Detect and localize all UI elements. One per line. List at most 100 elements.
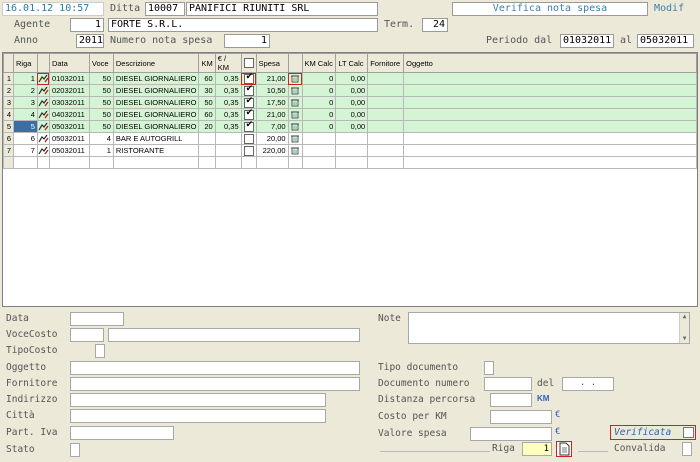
costokm-field[interactable] — [490, 410, 552, 424]
edit-row-button[interactable] — [36, 84, 50, 97]
row-checkbox[interactable]: ✔ — [243, 85, 254, 96]
row-index[interactable]: 7 — [3, 144, 14, 157]
table-row[interactable]: 6 6 05032011 4 BAR E AUTOGRILL 20,00 — [3, 132, 697, 145]
periodo-al-field[interactable]: 05032011 — [637, 34, 694, 48]
delete-row-button[interactable] — [287, 96, 303, 109]
table-row[interactable]: 1 1 01032011 50 DIESEL GIORNALIERO 60 0,35 ✔ 21,… — [3, 72, 697, 85]
row-index[interactable]: 4 — [3, 108, 14, 121]
partiva-field[interactable] — [70, 426, 174, 440]
grid-header-row: Riga Data Voce Descrizione KM € / KM Spe… — [3, 53, 697, 73]
delete-row-button[interactable] — [287, 132, 303, 145]
table-row-empty[interactable] — [3, 156, 697, 169]
row-checkbox[interactable]: ✔ — [243, 109, 254, 120]
indirizzo-field[interactable] — [70, 393, 326, 407]
table-row[interactable]: 2 2 02032011 50 DIESEL GIORNALIERO 30 0,35 ✔ 10,… — [3, 84, 697, 97]
delete-row-button[interactable] — [287, 120, 303, 133]
document-button[interactable] — [556, 441, 572, 457]
distanza-field[interactable] — [490, 393, 532, 407]
table-row[interactable]: 5 5 05032011 50 DIESEL GIORNALIERO 20 0,35 ✔ 7,0… — [3, 120, 697, 133]
row-checkbox-cell[interactable] — [240, 132, 257, 145]
mode-indicator: Modif — [654, 3, 685, 14]
cell-descrizione: DIESEL GIORNALIERO — [112, 72, 200, 85]
docnum-field[interactable] — [484, 377, 532, 391]
anno-field[interactable]: 2011 — [76, 34, 104, 48]
cell-descrizione: DIESEL GIORNALIERO — [112, 108, 200, 121]
stato-field[interactable] — [70, 443, 80, 457]
col-data[interactable]: Data — [48, 53, 90, 73]
delete-row-button[interactable] — [287, 108, 303, 121]
col-descrizione[interactable]: Descrizione — [112, 53, 200, 73]
row-index[interactable]: 5 — [3, 120, 14, 133]
cell-voce: 50 — [88, 96, 114, 109]
table-row[interactable]: 7 7 05032011 1 RISTORANTE 220,00 — [3, 144, 697, 157]
trash-icon — [290, 98, 300, 107]
data-field[interactable] — [70, 312, 124, 326]
col-km[interactable]: KM — [198, 53, 216, 73]
row-checkbox-cell[interactable]: ✔ — [240, 120, 257, 133]
header-checkbox[interactable] — [243, 58, 254, 68]
col-index — [3, 53, 14, 73]
scroll-down-icon[interactable]: ▼ — [680, 335, 689, 343]
spese-grid: Riga Data Voce Descrizione KM € / KM Spe… — [3, 53, 697, 169]
delete-row-button[interactable] — [287, 84, 303, 97]
periodo-dal-field[interactable]: 01032011 — [560, 34, 614, 48]
tipocosto-field[interactable] — [95, 344, 105, 358]
row-checkbox[interactable] — [243, 133, 254, 144]
row-checkbox-cell[interactable] — [240, 144, 257, 157]
tipodoc-field[interactable] — [484, 361, 494, 375]
col-fornitore[interactable]: Fornitore — [367, 53, 405, 73]
table-row[interactable]: 3 3 03032011 50 DIESEL GIORNALIERO 50 0,35 ✔ 17,… — [3, 96, 697, 109]
col-check[interactable] — [240, 53, 257, 73]
row-index[interactable]: 3 — [3, 96, 14, 109]
verificata-group[interactable]: Verificata — [610, 425, 696, 440]
ditta-code-field[interactable]: 10007 — [145, 2, 185, 16]
col-km-calc[interactable]: KM Calc — [301, 53, 337, 73]
note-scrollbar[interactable]: ▲ ▼ — [679, 313, 689, 343]
riga-field[interactable]: 1 — [522, 442, 552, 456]
col-spesa[interactable]: Spesa — [255, 53, 289, 73]
verificata-checkbox[interactable] — [683, 427, 694, 438]
col-eur-km[interactable]: € / KM — [214, 53, 242, 73]
col-voce[interactable]: Voce — [88, 53, 114, 73]
row-checkbox[interactable]: ✔ — [243, 73, 254, 84]
row-index[interactable]: 1 — [3, 72, 14, 85]
row-index[interactable]: 6 — [3, 132, 14, 145]
convalida-field[interactable] — [682, 442, 692, 456]
fornitore-field[interactable] — [70, 377, 360, 391]
cell-riga: 7 — [12, 144, 38, 157]
row-index[interactable] — [3, 156, 14, 169]
valore-field[interactable] — [470, 427, 552, 441]
row-index[interactable]: 2 — [3, 84, 14, 97]
numero-field[interactable]: 1 — [224, 34, 270, 48]
delete-row-button[interactable] — [287, 144, 303, 157]
edit-row-button[interactable] — [36, 144, 50, 157]
delete-row-button[interactable] — [287, 72, 303, 85]
col-oggetto[interactable]: Oggetto — [403, 53, 697, 73]
edit-row-button[interactable] — [36, 96, 50, 109]
del-field[interactable]: . . — [562, 377, 614, 391]
edit-row-button[interactable] — [36, 132, 50, 145]
row-checkbox-cell[interactable]: ✔ — [240, 84, 257, 97]
scroll-up-icon[interactable]: ▲ — [680, 313, 689, 321]
oggetto-field[interactable] — [70, 361, 360, 375]
edit-row-button[interactable] — [36, 72, 50, 85]
agente-num-field[interactable]: 1 — [70, 18, 104, 32]
note-textarea[interactable]: ▲ ▼ — [408, 312, 690, 344]
row-checkbox[interactable]: ✔ — [243, 97, 254, 108]
citta-field[interactable] — [70, 409, 326, 423]
edit-row-button[interactable] — [36, 108, 50, 121]
cell-data: 05032011 — [48, 132, 90, 145]
row-checkbox[interactable]: ✔ — [243, 121, 254, 132]
vocecosto-code-field[interactable] — [70, 328, 104, 342]
col-lt-calc[interactable]: LT Calc — [335, 53, 369, 73]
row-checkbox[interactable] — [243, 145, 254, 156]
table-row[interactable]: 4 4 04032011 50 DIESEL GIORNALIERO 60 0,35 ✔ 21,… — [3, 108, 697, 121]
trash-icon — [290, 122, 300, 131]
row-checkbox-cell[interactable]: ✔ — [240, 108, 257, 121]
col-riga[interactable]: Riga — [12, 53, 38, 73]
tipodoc-label: Tipo documento — [378, 362, 459, 373]
row-checkbox-cell[interactable]: ✔ — [240, 72, 257, 85]
row-checkbox-cell[interactable]: ✔ — [240, 96, 257, 109]
edit-row-button[interactable] — [36, 120, 50, 133]
term-field[interactable]: 24 — [422, 18, 448, 32]
